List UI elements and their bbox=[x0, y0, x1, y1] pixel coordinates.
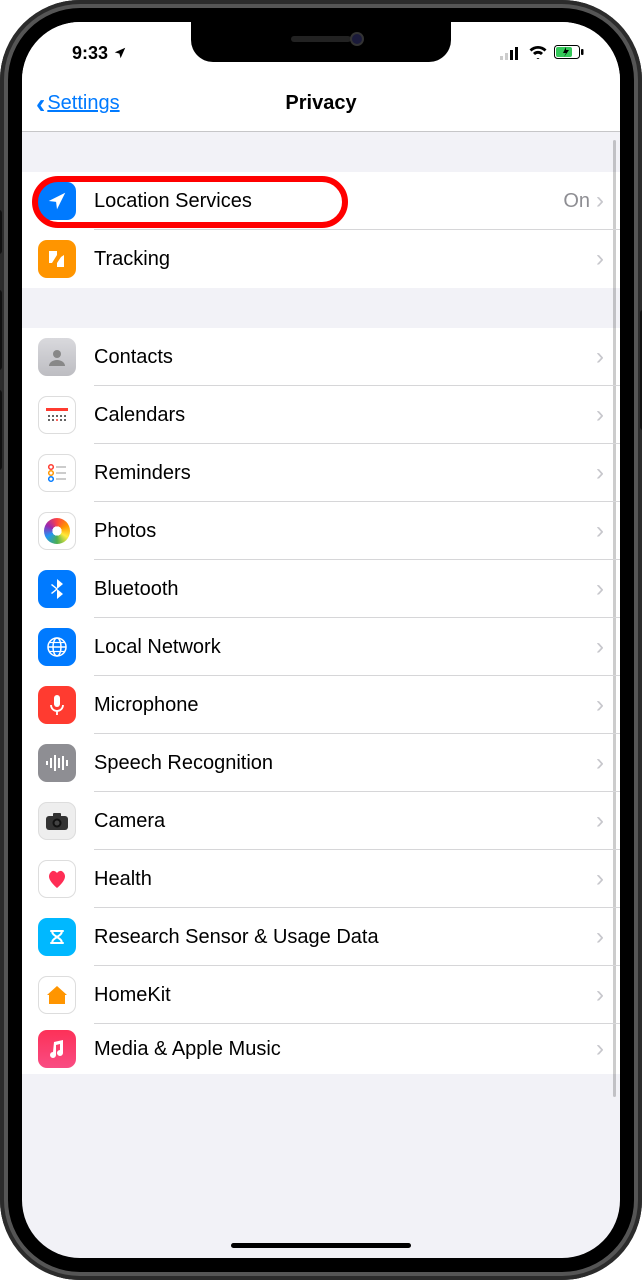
row-label: Location Services bbox=[94, 190, 563, 213]
calendar-icon bbox=[38, 396, 76, 434]
screen: 9:33 ‹ Settings Privacy bbox=[22, 22, 620, 1258]
chevron-right-icon: › bbox=[596, 807, 604, 835]
globe-icon bbox=[38, 628, 76, 666]
chevron-right-icon: › bbox=[596, 187, 604, 215]
row-label: Media & Apple Music bbox=[94, 1038, 596, 1061]
location-arrow-icon bbox=[113, 46, 127, 60]
contacts-icon bbox=[38, 338, 76, 376]
cellular-signal-icon bbox=[500, 46, 522, 60]
row-camera[interactable]: Camera › bbox=[22, 792, 620, 850]
mute-switch bbox=[0, 210, 2, 254]
row-bluetooth[interactable]: Bluetooth › bbox=[22, 560, 620, 618]
chevron-left-icon: ‹ bbox=[36, 90, 45, 118]
music-icon bbox=[38, 1030, 76, 1068]
row-value: On bbox=[563, 190, 590, 213]
camera-icon bbox=[38, 802, 76, 840]
row-media-apple-music[interactable]: Media & Apple Music › bbox=[22, 1024, 620, 1074]
row-research[interactable]: Research Sensor & Usage Data › bbox=[22, 908, 620, 966]
row-microphone[interactable]: Microphone › bbox=[22, 676, 620, 734]
row-label: Microphone bbox=[94, 694, 596, 717]
chevron-right-icon: › bbox=[596, 691, 604, 719]
chevron-right-icon: › bbox=[596, 1035, 604, 1063]
row-label: Calendars bbox=[94, 404, 596, 427]
location-arrow-icon bbox=[38, 182, 76, 220]
research-icon bbox=[38, 918, 76, 956]
row-speech-recognition[interactable]: Speech Recognition › bbox=[22, 734, 620, 792]
home-icon bbox=[38, 976, 76, 1014]
back-label: Settings bbox=[47, 92, 119, 115]
row-health[interactable]: Health › bbox=[22, 850, 620, 908]
row-tracking[interactable]: Tracking › bbox=[22, 230, 620, 288]
tracking-icon bbox=[38, 240, 76, 278]
row-label: Health bbox=[94, 868, 596, 891]
settings-group-2: Contacts › Calendars › Reminde bbox=[22, 328, 620, 1074]
settings-group-1: Location Services On › Tracking › bbox=[22, 172, 620, 288]
row-label: Camera bbox=[94, 810, 596, 833]
home-indicator[interactable] bbox=[231, 1243, 411, 1248]
mic-icon bbox=[38, 686, 76, 724]
chevron-right-icon: › bbox=[596, 245, 604, 273]
heart-icon bbox=[38, 860, 76, 898]
row-reminders[interactable]: Reminders › bbox=[22, 444, 620, 502]
device-frame: 9:33 ‹ Settings Privacy bbox=[0, 0, 642, 1280]
scroll-area[interactable]: Location Services On › Tracking › bbox=[22, 132, 620, 1258]
chevron-right-icon: › bbox=[596, 517, 604, 545]
row-label: Tracking bbox=[94, 248, 596, 271]
waveform-icon bbox=[38, 744, 76, 782]
chevron-right-icon: › bbox=[596, 923, 604, 951]
chevron-right-icon: › bbox=[596, 575, 604, 603]
volume-down bbox=[0, 390, 2, 470]
battery-icon bbox=[554, 43, 584, 64]
chevron-right-icon: › bbox=[596, 749, 604, 777]
row-label: HomeKit bbox=[94, 984, 596, 1007]
row-label: Local Network bbox=[94, 636, 596, 659]
row-homekit[interactable]: HomeKit › bbox=[22, 966, 620, 1024]
row-label: Photos bbox=[94, 520, 596, 543]
row-label: Reminders bbox=[94, 462, 596, 485]
photos-icon bbox=[38, 512, 76, 550]
chevron-right-icon: › bbox=[596, 633, 604, 661]
row-label: Bluetooth bbox=[94, 578, 596, 601]
chevron-right-icon: › bbox=[596, 459, 604, 487]
page-title: Privacy bbox=[285, 92, 356, 115]
back-button[interactable]: ‹ Settings bbox=[36, 90, 120, 118]
row-label: Speech Recognition bbox=[94, 752, 596, 775]
nav-header: ‹ Settings Privacy bbox=[22, 76, 620, 132]
notch bbox=[191, 22, 451, 62]
row-local-network[interactable]: Local Network › bbox=[22, 618, 620, 676]
status-time: 9:33 bbox=[72, 43, 108, 64]
row-contacts[interactable]: Contacts › bbox=[22, 328, 620, 386]
volume-up bbox=[0, 290, 2, 370]
row-label: Contacts bbox=[94, 346, 596, 369]
wifi-icon bbox=[528, 43, 548, 64]
row-calendars[interactable]: Calendars › bbox=[22, 386, 620, 444]
row-photos[interactable]: Photos › bbox=[22, 502, 620, 560]
row-label: Research Sensor & Usage Data bbox=[94, 926, 596, 949]
reminders-icon bbox=[38, 454, 76, 492]
bluetooth-icon bbox=[38, 570, 76, 608]
chevron-right-icon: › bbox=[596, 401, 604, 429]
chevron-right-icon: › bbox=[596, 343, 604, 371]
row-location-services[interactable]: Location Services On › bbox=[22, 172, 620, 230]
chevron-right-icon: › bbox=[596, 981, 604, 1009]
chevron-right-icon: › bbox=[596, 865, 604, 893]
